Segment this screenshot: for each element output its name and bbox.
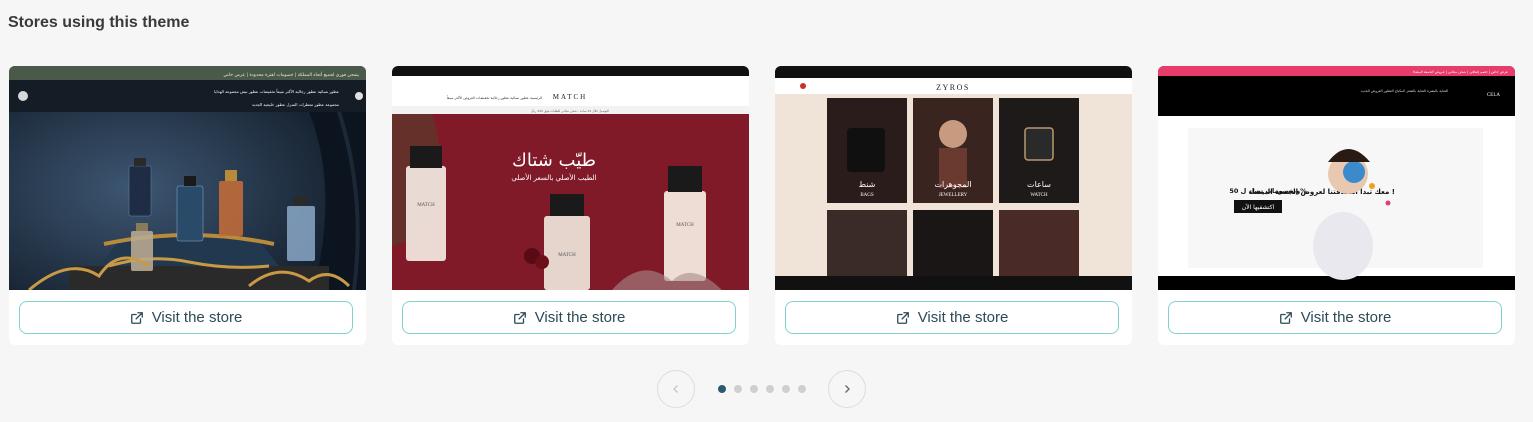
store-card: يشحن فوري لجميع أنحاء المملكة | خصومات ل… — [9, 66, 366, 345]
tile-label-ar: المجوهرات — [935, 180, 972, 189]
pagination-dot[interactable] — [718, 385, 726, 393]
store-screenshot-1: يشحن فوري لجميع أنحاء المملكة | خصومات ل… — [9, 66, 366, 290]
pagination-dot[interactable] — [766, 385, 774, 393]
section-title: Stores using this theme — [8, 14, 190, 31]
tile-label-en: WATCH — [1030, 193, 1048, 198]
visit-store-button[interactable]: Visit the store — [19, 301, 353, 334]
hero-title: طيّب شتاك — [512, 150, 596, 171]
next-button[interactable] — [828, 370, 866, 408]
external-link-icon — [1279, 311, 1292, 324]
bottle-label: MATCH — [417, 203, 435, 208]
store-screenshot-4: عرض خاص | خصم إضافي | شحن مجاني | عروض ا… — [1158, 66, 1515, 290]
visit-store-button[interactable]: Visit the store — [1168, 301, 1502, 334]
pagination-dot[interactable] — [750, 385, 758, 393]
hero-cta: اكتشفيها الآن — [1242, 203, 1275, 211]
store-screenshot-3: ZYROS شنط BAGS المجوهرات JEWELLERY ساعات… — [775, 66, 1132, 290]
visit-store-label: Visit the store — [151, 309, 243, 326]
pagination-dot[interactable] — [734, 385, 742, 393]
nav-row-1: عطور نسائية عطور رجالية الأكثر مبيعاً تخ… — [214, 88, 339, 94]
hero-discount: وبخصومات تصل ل 50% — [1229, 187, 1307, 195]
visit-store-label: Visit the store — [1300, 309, 1392, 326]
carousel-pagination — [0, 370, 1533, 410]
visit-store-button[interactable]: Visit the store — [402, 301, 736, 334]
pagination-dot[interactable] — [798, 385, 806, 393]
marquee-bar: التوصيل خلال 24 ساعة - شحن مجاني للطلبات… — [531, 109, 609, 113]
store-logo: ZYROS — [936, 83, 970, 92]
visit-store-button[interactable]: Visit the store — [785, 301, 1119, 334]
store-preview-3[interactable]: ZYROS شنط BAGS المجوهرات JEWELLERY ساعات… — [775, 66, 1132, 290]
pagination-dot[interactable] — [782, 385, 790, 393]
store-preview-1[interactable]: يشحن فوري لجميع أنحاء المملكة | خصومات ل… — [9, 66, 366, 290]
nav-row-2: مجموعة عطور معطرات المنزل عطور خليجية ال… — [252, 102, 339, 107]
external-link-icon — [896, 311, 909, 324]
chevron-left-icon — [673, 385, 678, 393]
hero-subtitle: الطيب الأصلي بالسعر الأصلي — [511, 173, 596, 182]
nav-row: الرئيسية عطور نسائية عطور رجالية تخفيضات… — [446, 95, 542, 100]
store-preview-4[interactable]: عرض خاص | خصم إضافي | شحن مجاني | عروض ا… — [1158, 66, 1515, 290]
bottle-label: MATCH — [558, 253, 576, 258]
external-link-icon — [513, 311, 526, 324]
store-preview-2[interactable]: MATCH الرئيسية عطور نسائية عطور رجالية ت… — [392, 66, 749, 290]
store-card: ZYROS شنط BAGS المجوهرات JEWELLERY ساعات… — [775, 66, 1132, 345]
visit-store-label: Visit the store — [534, 309, 626, 326]
tile-label-en: JEWELLERY — [939, 193, 968, 198]
store-logo: MATCH — [553, 93, 588, 101]
prev-button[interactable] — [657, 370, 695, 408]
store-card: عرض خاص | خصم إضافي | شحن مجاني | عروض ا… — [1158, 66, 1515, 345]
bottle-label: MATCH — [676, 223, 694, 228]
store-card: MATCH الرئيسية عطور نسائية عطور رجالية ت… — [392, 66, 749, 345]
nav-row: العناية بالبشرة العناية بالشعر المكياج ا… — [1361, 89, 1448, 93]
tile-label-ar: ساعات — [1027, 180, 1051, 189]
tile-label-en: BAGS — [860, 193, 874, 198]
external-link-icon — [130, 311, 143, 324]
visit-store-label: Visit the store — [917, 309, 1009, 326]
pagination-dots — [718, 385, 806, 393]
chevron-right-icon — [845, 385, 850, 393]
store-screenshot-2: MATCH الرئيسية عطور نسائية عطور رجالية ت… — [392, 66, 749, 290]
announcement-bar: يشحن فوري لجميع أنحاء المملكة | خصومات ل… — [223, 71, 359, 78]
tile-label-ar: شنط — [859, 180, 876, 189]
store-logo: CELA — [1487, 93, 1500, 98]
